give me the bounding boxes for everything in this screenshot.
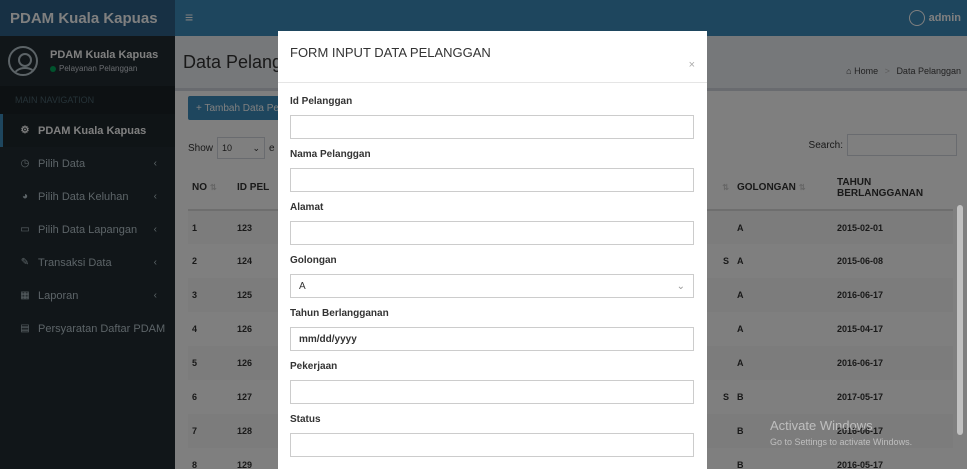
status-input[interactable] [290, 433, 694, 457]
activation-watermark: Activate Windows Go to Settings to activ… [770, 418, 912, 447]
chevron-down-icon: ⌄ [676, 280, 685, 292]
modal-header: FORM INPUT DATA PELANGGAN × [278, 31, 707, 83]
watermark-subtitle: Go to Settings to activate Windows. [770, 437, 913, 447]
field-nama-pelanggan: Nama Pelanggan [290, 149, 694, 192]
close-icon[interactable]: × [689, 59, 695, 71]
field-label: Alamat [290, 202, 324, 213]
field-id-pelanggan: Id Pelanggan [290, 96, 694, 139]
page-scrollbar[interactable] [957, 205, 963, 435]
modal-title: FORM INPUT DATA PELANGGAN [290, 45, 491, 60]
form-modal: FORM INPUT DATA PELANGGAN × Id Pelanggan… [278, 31, 707, 469]
nama-pelanggan-input[interactable] [290, 168, 694, 192]
field-label: Tahun Berlangganan [290, 308, 389, 319]
pekerjaan-input[interactable] [290, 380, 694, 404]
id-pelanggan-input[interactable] [290, 115, 694, 139]
field-label: Golongan [290, 255, 337, 266]
field-status: Status [290, 414, 694, 457]
field-golongan: Golongan A ⌄ [290, 255, 694, 298]
field-label: Pekerjaan [290, 361, 338, 372]
field-label: Status [290, 414, 321, 425]
field-tahun-berlangganan: Tahun Berlangganan mm/dd/yyyy [290, 308, 694, 351]
field-alamat: Alamat [290, 202, 694, 245]
watermark-title: Activate Windows [770, 418, 873, 433]
field-label: Nama Pelanggan [290, 149, 371, 160]
field-pekerjaan: Pekerjaan [290, 361, 694, 404]
alamat-input[interactable] [290, 221, 694, 245]
golongan-value: A [299, 280, 306, 292]
golongan-select[interactable]: A ⌄ [290, 274, 694, 298]
field-label: Id Pelanggan [290, 96, 353, 107]
tahun-date-input[interactable]: mm/dd/yyyy [290, 327, 694, 351]
